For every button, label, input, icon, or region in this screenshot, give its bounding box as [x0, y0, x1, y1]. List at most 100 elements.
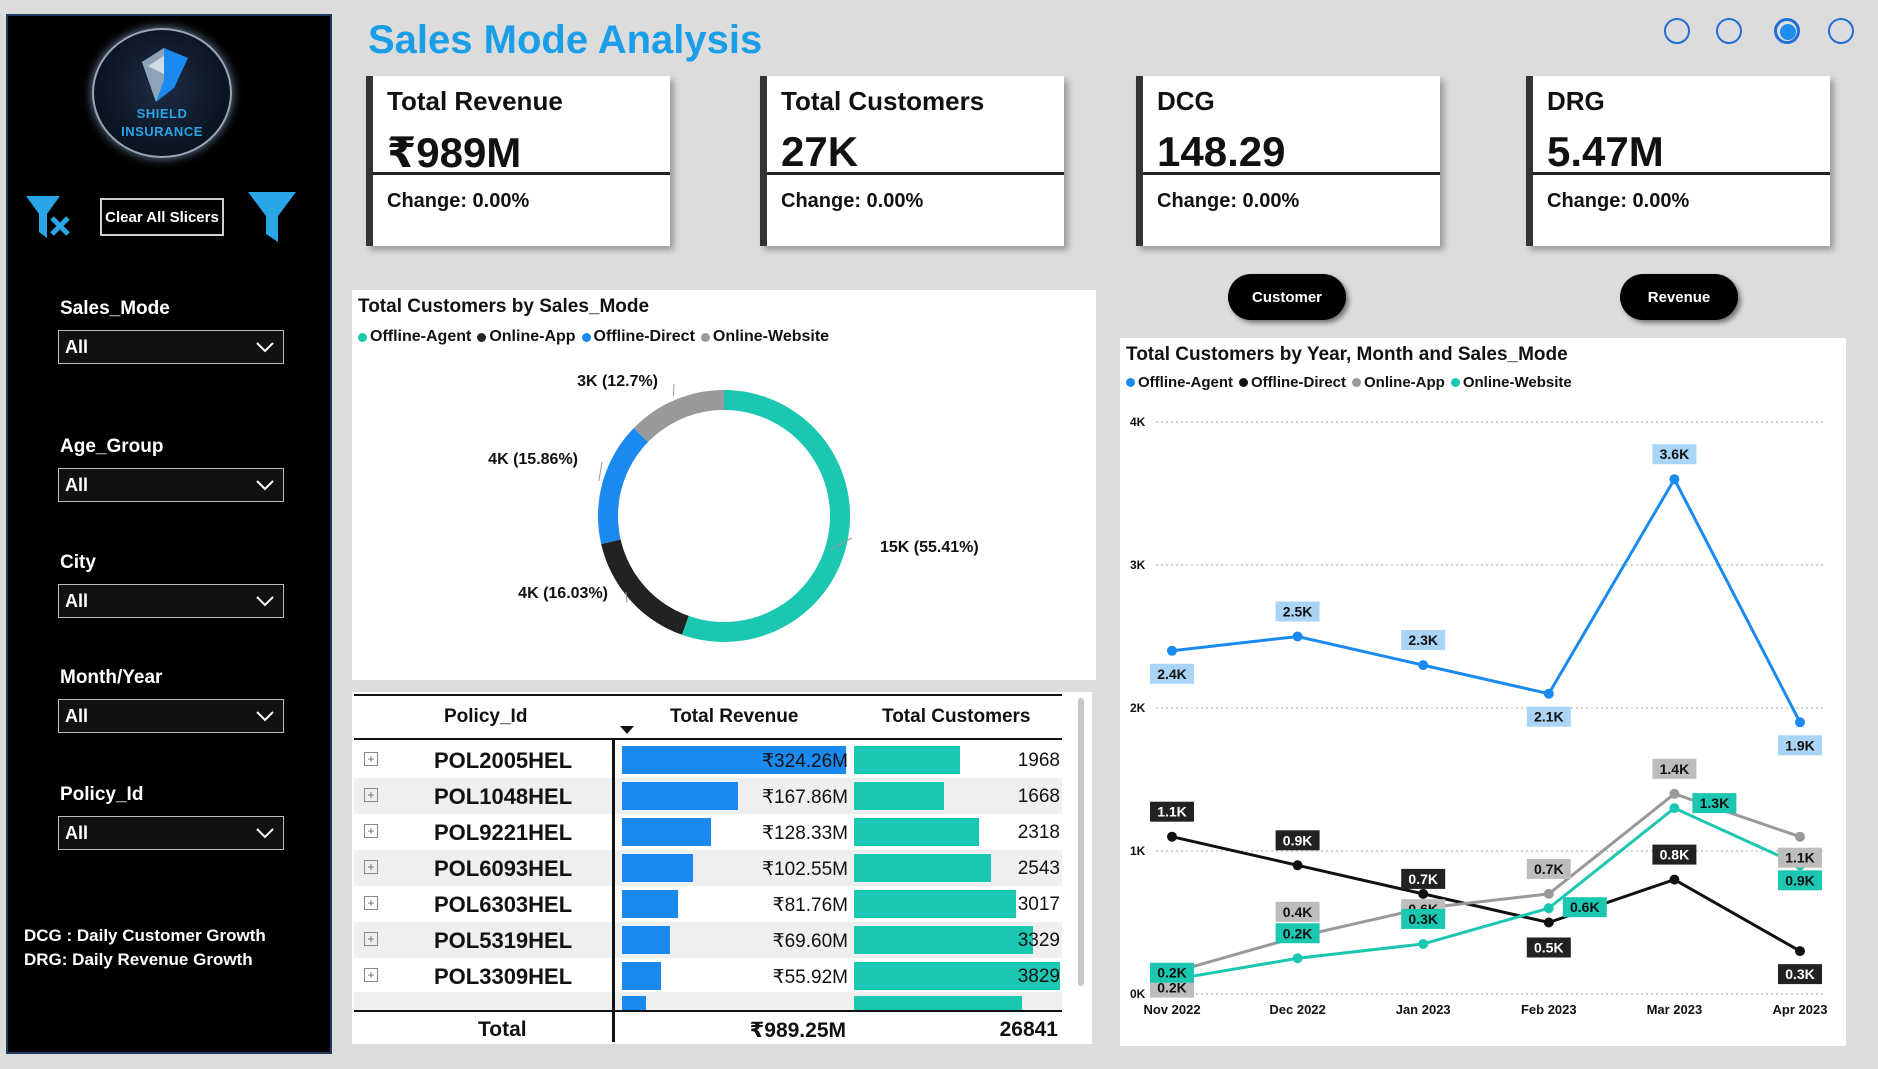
data-point[interactable] — [1292, 631, 1303, 642]
series-line-online-app[interactable] — [1171, 792, 1801, 974]
data-point[interactable] — [1795, 717, 1805, 728]
data-label: 0.5K — [1534, 940, 1564, 956]
y-tick-label: 3K — [1130, 558, 1146, 572]
data-point[interactable] — [1543, 888, 1554, 899]
slicer-age-group[interactable]: All — [58, 468, 284, 502]
legend-item[interactable]: Online-Website — [700, 328, 830, 346]
revenue-toggle-button[interactable]: Revenue — [1620, 274, 1738, 320]
legend-item[interactable]: Offline-Direct — [1239, 374, 1346, 391]
table-row[interactable]: + POL9221HEL ₹128.33M 2318 — [354, 814, 1062, 850]
data-point[interactable] — [1543, 917, 1554, 928]
kpi-value: 148.29 — [1157, 128, 1286, 175]
policy-id-cell: POL3309HEL — [434, 964, 573, 989]
line-legend: Offline-Agent Offline-Direct Online-App … — [1126, 374, 1572, 391]
y-tick-label: 1K — [1130, 844, 1146, 858]
policy-id-cell: POL6303HEL — [434, 892, 573, 917]
policy-id-cell: POL2005HEL — [434, 748, 573, 773]
page-title: Sales Mode Analysis — [368, 18, 763, 62]
data-label: 1.1K — [1157, 804, 1187, 820]
line-chart: 0K 1K 2K 3K 4K Nov 2022 Dec 2022 Jan 2023 Feb 20… — [1130, 415, 1827, 1017]
data-point[interactable] — [1669, 803, 1680, 814]
table-row[interactable]: + POL6303HEL ₹81.76M 3017 — [354, 886, 1062, 922]
data-point[interactable] — [1543, 903, 1554, 914]
kpi-change: Change: 0.00% — [781, 190, 924, 212]
table-row[interactable]: + POL2005HEL ₹324.26M 1968 — [354, 742, 1062, 778]
header-policy-id[interactable]: Policy_Id — [444, 706, 527, 728]
total-customers: 26841 — [999, 1018, 1058, 1041]
kpi-title: DCG — [1157, 86, 1215, 116]
donut-slice-offline-agent[interactable] — [681, 390, 850, 642]
legend-item[interactable]: Online-Website — [1450, 374, 1572, 391]
table-row-partial[interactable] — [354, 992, 1062, 1010]
data-point[interactable] — [1669, 474, 1680, 485]
data-label: 2.1K — [1534, 709, 1564, 725]
kpi-value: 5.47M — [1547, 128, 1664, 175]
slicer-policy-id[interactable]: All — [58, 816, 284, 850]
data-point[interactable] — [1795, 946, 1805, 957]
page-dot-3[interactable] — [1774, 18, 1800, 44]
y-tick-label: 2K — [1130, 701, 1146, 715]
data-point[interactable] — [1418, 660, 1429, 671]
table-row[interactable]: + POL1048HEL ₹167.86M 1668 — [354, 778, 1062, 814]
expand-icon[interactable]: + — [364, 932, 378, 946]
series-line-offline-direct[interactable] — [1171, 835, 1801, 953]
expand-icon[interactable]: + — [364, 860, 378, 874]
data-point[interactable] — [1167, 645, 1177, 656]
slicer-label-age-group: Age_Group — [60, 436, 164, 457]
legend-label: Online-Website — [712, 328, 830, 345]
data-point[interactable] — [1795, 831, 1805, 842]
donut-slice-online-website[interactable] — [633, 390, 724, 442]
expand-icon[interactable]: + — [364, 788, 378, 802]
donut-chart-title: Total Customers by Sales_Mode — [358, 296, 650, 317]
total-label: Total — [478, 1018, 527, 1041]
kpi-dcg: DCG 148.29 Change: 0.00% — [1136, 76, 1440, 246]
data-point[interactable] — [1292, 860, 1303, 871]
table-row[interactable]: + POL5319HEL ₹69.60M 3329 — [354, 922, 1062, 958]
legend-item[interactable]: Offline-Agent — [1126, 374, 1233, 391]
page-dot-1[interactable] — [1664, 18, 1690, 44]
legend-item[interactable]: Offline-Direct — [581, 328, 695, 346]
data-point[interactable] — [1167, 831, 1177, 842]
data-point[interactable] — [1292, 953, 1303, 964]
clear-all-slicers-button[interactable]: Clear All Slicers — [100, 198, 224, 236]
data-point[interactable] — [1669, 874, 1680, 885]
revenue-cell: ₹69.60M — [772, 931, 848, 952]
slicer-month-year[interactable]: All — [58, 699, 284, 733]
slicer-label-policy-id: Policy_Id — [60, 784, 144, 805]
revenue-cell: ₹102.55M — [761, 859, 848, 880]
data-point[interactable] — [1669, 788, 1680, 799]
page-dot-4[interactable] — [1828, 18, 1854, 44]
expand-icon[interactable]: + — [364, 752, 378, 766]
expand-icon[interactable]: + — [364, 896, 378, 910]
kpi-divider — [1533, 172, 1830, 175]
clear-filter-icon[interactable] — [24, 192, 70, 242]
customer-toggle-button[interactable]: Customer — [1228, 274, 1346, 320]
sort-desc-icon[interactable] — [620, 726, 634, 736]
slicer-city[interactable]: All — [58, 584, 284, 618]
kpi-total-customers: Total Customers 27K Change: 0.00% — [760, 76, 1064, 246]
table-row[interactable]: + POL3309HEL ₹55.92M 3829 — [354, 958, 1062, 994]
data-point[interactable] — [1418, 888, 1429, 899]
expand-icon[interactable]: + — [364, 824, 378, 838]
series-line-offline-agent[interactable] — [1171, 476, 1802, 723]
donut-data-label: 15K (55.41%) — [880, 539, 979, 556]
page-dot-2[interactable] — [1716, 18, 1742, 44]
slicer-sales-mode[interactable]: All — [58, 330, 284, 364]
donut-slice-online-app[interactable] — [601, 539, 689, 635]
legend-item[interactable]: Online-App — [1352, 374, 1445, 391]
donut-slice-offline-direct[interactable] — [598, 428, 649, 544]
header-total-revenue[interactable]: Total Revenue — [670, 706, 798, 728]
legend-dot — [700, 332, 710, 342]
filter-icon[interactable] — [246, 188, 298, 244]
page-navigator — [1660, 18, 1870, 48]
revenue-cell: ₹81.76M — [772, 895, 848, 916]
table-row[interactable]: + POL6093HEL ₹102.55M 2543 — [354, 850, 1062, 886]
expand-icon[interactable]: + — [364, 968, 378, 982]
header-total-customers[interactable]: Total Customers — [882, 706, 1031, 728]
legend-item[interactable]: Offline-Agent — [358, 328, 471, 346]
table-scrollbar[interactable] — [1078, 698, 1084, 986]
data-point[interactable] — [1418, 938, 1429, 949]
legend-item[interactable]: Online-App — [477, 328, 576, 346]
series-line-online-website[interactable] — [1171, 806, 1801, 982]
data-point[interactable] — [1543, 688, 1554, 699]
